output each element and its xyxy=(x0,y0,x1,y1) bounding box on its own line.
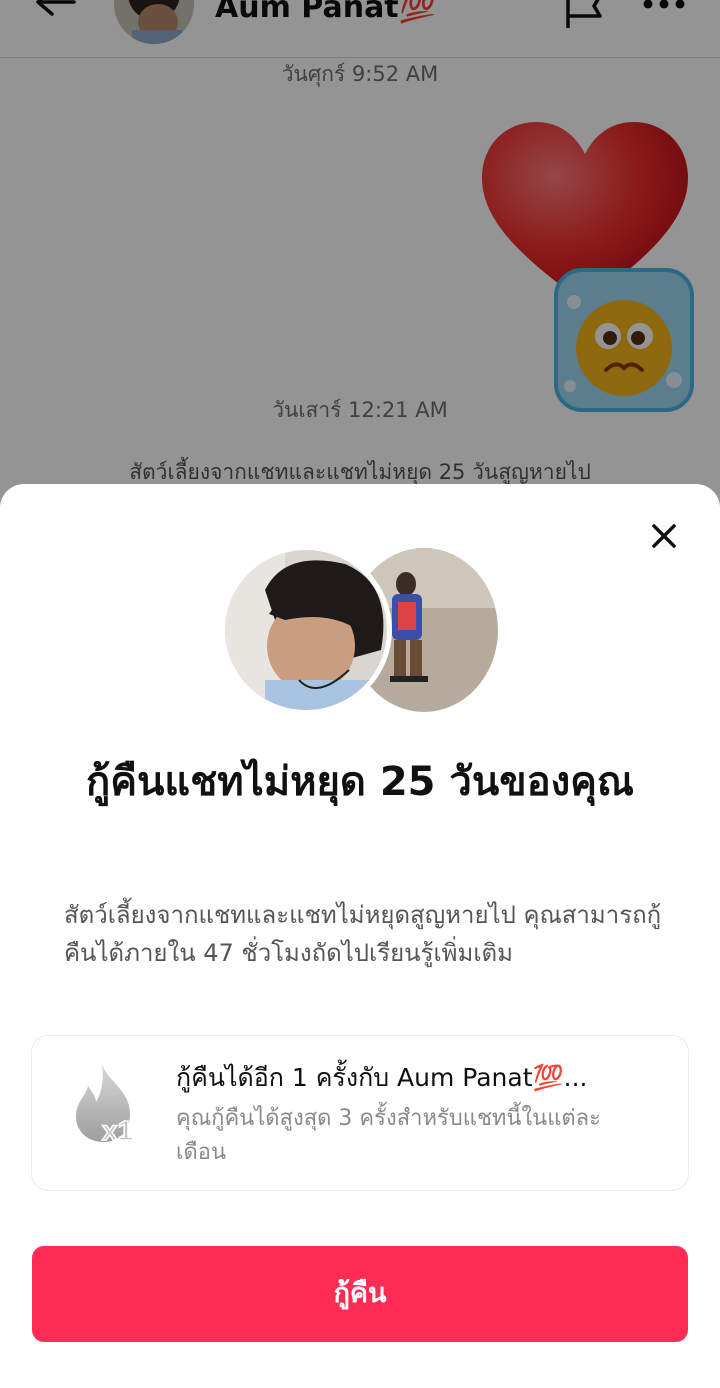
restore-button[interactable]: กู้คืน xyxy=(32,1246,688,1342)
my-avatar xyxy=(220,545,392,715)
sheet-title: กู้คืนแชทไม่หยุด 25 วันของคุณ xyxy=(86,759,634,805)
description-text: สัตว์เลี้ยงจากแชทและแชทไม่หยุดสูญหายไป ค… xyxy=(64,901,662,967)
flame-icon: x1 xyxy=(76,1064,134,1146)
learn-more-link[interactable]: เรียนรู้เพิ่มเติม xyxy=(369,939,513,967)
flame-badge: x1 xyxy=(102,1115,133,1146)
card-title: กู้คืนได้อีก 1 ครั้งกับ Aum Panat💯... xyxy=(176,1063,588,1092)
restore-count-card: x1 กู้คืนได้อีก 1 ครั้งกับ Aum Panat💯...… xyxy=(32,1036,688,1190)
close-icon[interactable] xyxy=(646,518,682,554)
sheet-description: สัตว์เลี้ยงจากแชทและแชทไม่หยุดสูญหายไป ค… xyxy=(64,896,664,972)
card-subtitle: คุณกู้คืนได้สูงสุด 3 ครั้งสำหรับแชทนี้ใน… xyxy=(176,1106,601,1165)
restore-streak-sheet: กู้คืนแชทไม่หยุด 25 วันของคุณ สัตว์เลี้ย… xyxy=(0,484,720,1388)
